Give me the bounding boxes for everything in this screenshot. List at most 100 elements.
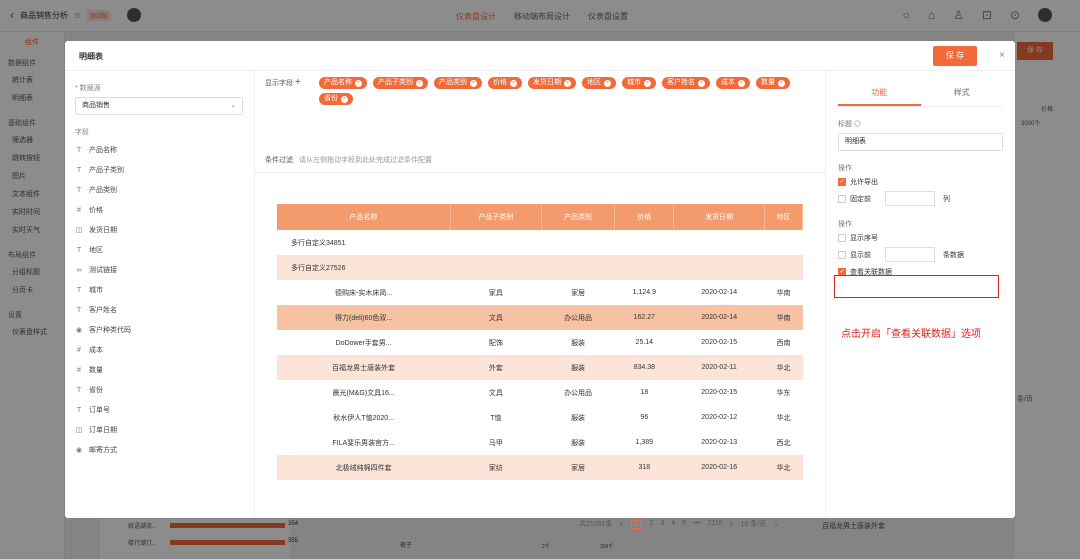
table-row[interactable]: 百福龙男士唐装外套 外套 服装 834.38 2020-02-11 华北 [277, 355, 803, 380]
field-type-icon: ∞ [76, 267, 82, 274]
field-item[interactable]: T 地区 [75, 241, 244, 261]
column-header[interactable]: 地区 [764, 204, 803, 230]
show-index-checkbox[interactable]: 显示序号 [838, 229, 1003, 246]
field-item[interactable]: ∞ 测试链接 [75, 261, 244, 281]
table-row[interactable]: 多行自定义34851 [277, 230, 803, 255]
field-name: 产品子类别 [89, 167, 124, 174]
close-icon[interactable]: × [510, 79, 517, 87]
field-item[interactable]: # 成本 [75, 341, 244, 361]
table-row[interactable]: FILA斐乐男装官方... 马甲 服装 1,389 2020-02-13 西北 [277, 430, 803, 455]
eye-icon[interactable]: ◎ [854, 121, 861, 128]
column-header[interactable]: 产品子类别 [450, 204, 542, 230]
allow-export-checkbox[interactable]: ✓ 允许导出 [838, 173, 1003, 190]
page-number[interactable]: 2 [649, 520, 653, 529]
page-number[interactable]: 5 [682, 520, 686, 529]
field-tag[interactable]: 数量 × [756, 77, 790, 89]
table-row[interactable]: 得力(deli)60色双... 文具 办公用品 162.27 2020-02-14 华南 [277, 305, 803, 330]
field-name: 价格 [89, 207, 103, 214]
field-item[interactable]: ◫ 订单日期 [75, 421, 244, 441]
field-tag[interactable]: 产品名称 × [319, 77, 367, 89]
column-header[interactable]: 产品类别 [541, 204, 616, 230]
field-tag[interactable]: 城市 × [622, 77, 656, 89]
close-icon[interactable]: × [470, 79, 477, 87]
column-header[interactable]: 发货日期 [673, 204, 765, 230]
page-number[interactable]: ••• [693, 520, 700, 529]
close-icon[interactable]: × [778, 79, 785, 87]
modal-title: 明细表 [79, 52, 103, 61]
close-icon[interactable]: × [355, 79, 362, 87]
field-tag[interactable]: 价格 × [488, 77, 522, 89]
table-row[interactable]: 北极绒纯棉四件套 家纺 家居 318 2020-02-16 华北 [277, 455, 803, 480]
field-item[interactable]: T 城市 [75, 281, 244, 301]
filter-hint[interactable]: 请从左侧拖动字段到此处完成过滤条件配置 [299, 157, 432, 164]
field-type-icon: ◫ [75, 227, 83, 234]
show-rows-option[interactable]: 显示前 条数据 [838, 246, 1003, 263]
title-input[interactable]: 明细表 [838, 133, 1003, 151]
close-icon[interactable]: × [564, 79, 571, 87]
field-item[interactable]: T 客户姓名 [75, 301, 244, 321]
page-size-select[interactable]: 10 条/页 [741, 519, 767, 529]
table-row[interactable]: 秋水伊人T恤2020... T恤 服装 96 2020-02-12 华北 [277, 405, 803, 430]
show-fields-label-text: 显示字段 [265, 80, 293, 87]
field-item[interactable]: ◉ 邮寄方式 [75, 441, 244, 461]
operation-label: 操作 [838, 165, 852, 172]
save-button[interactable]: 保 存 [933, 46, 977, 66]
field-tags: 产品名称 × 产品子类别 × 产品类别 × 价格 × 发货日期 × 地区 × 城市 × 客户姓名 × 成本 × 数量… [319, 77, 799, 105]
close-icon[interactable]: × [341, 95, 348, 103]
chevron-down-icon: ⌄ [773, 521, 780, 528]
table-cell [764, 255, 803, 280]
field-tag-label: 价格 [493, 79, 507, 86]
field-tag[interactable]: 成本 × [716, 77, 750, 89]
table-cell [674, 230, 765, 255]
field-item[interactable]: T 产品类别 [75, 181, 244, 201]
field-tag[interactable]: 省份 × [319, 93, 353, 105]
field-item[interactable]: T 产品名称 [75, 141, 244, 161]
page-number[interactable]: 2110 [707, 520, 722, 529]
table-cell: T恤 [490, 414, 502, 422]
next-page-button[interactable]: > [730, 521, 734, 528]
table-cell: 2020-02-12 [701, 414, 738, 421]
table-row[interactable]: 多行自定义27526 [277, 255, 803, 280]
show-rows-input[interactable] [885, 247, 935, 262]
field-tag[interactable]: 地区 × [582, 77, 616, 89]
table-row[interactable]: 德购床-实木床简... 家具 家居 1,124.9 2020-02-14 华南 [277, 280, 803, 305]
fix-columns-option[interactable]: 固定前 列 [838, 190, 1003, 207]
field-item[interactable]: T 省份 [75, 381, 244, 401]
field-item[interactable]: ◉ 客户种类代码 [75, 321, 244, 341]
table-cell: 华北 [764, 355, 803, 380]
table-row[interactable]: 晨光(M&G)文具16... 文具 办公用品 18 2020-02-15 华东 [277, 380, 803, 405]
tab-function[interactable]: 功能 [838, 87, 921, 106]
field-item[interactable]: # 价格 [75, 201, 244, 221]
close-icon[interactable]: × [698, 79, 705, 87]
close-icon[interactable]: × [644, 79, 651, 87]
add-icon[interactable]: + [295, 77, 301, 88]
tab-style[interactable]: 样式 [921, 87, 1004, 106]
table-row[interactable]: DoDower手套男... 配饰 服装 25.14 2020-02-15 西南 [277, 330, 803, 355]
fix-columns-input[interactable] [885, 191, 935, 206]
column-header[interactable]: 产品名称 [277, 204, 451, 230]
field-item[interactable]: # 数量 [75, 361, 244, 381]
page-number[interactable]: 1 [630, 519, 643, 529]
field-item[interactable]: T 订单号 [75, 401, 244, 421]
field-item[interactable]: ◫ 发货日期 [75, 221, 244, 241]
prev-page-button[interactable]: < [619, 521, 623, 528]
close-icon[interactable]: × [416, 79, 423, 87]
field-type-icon: # [77, 347, 81, 354]
close-icon[interactable]: × [738, 79, 745, 87]
highlight-box [834, 275, 999, 298]
field-tag[interactable]: 产品类别 × [434, 77, 482, 89]
field-tag[interactable]: 产品子类别 × [373, 77, 428, 89]
field-tag[interactable]: 客户姓名 × [662, 77, 710, 89]
field-name: 客户姓名 [89, 307, 117, 314]
field-item[interactable]: T 产品子类别 [75, 161, 244, 181]
field-type-icon: # [77, 367, 81, 374]
field-tag[interactable]: 发货日期 × [528, 77, 576, 89]
column-header[interactable]: 价格 [614, 204, 675, 230]
close-icon[interactable]: × [604, 79, 611, 87]
table-cell: 服装 [571, 414, 586, 422]
page-number[interactable]: 3 [660, 520, 664, 529]
page-number[interactable]: 4 [671, 520, 675, 529]
close-icon[interactable]: × [999, 50, 1005, 61]
datasource-select[interactable]: 商品销售 ⌄ [75, 97, 243, 115]
field-type-icon: T [76, 387, 82, 394]
